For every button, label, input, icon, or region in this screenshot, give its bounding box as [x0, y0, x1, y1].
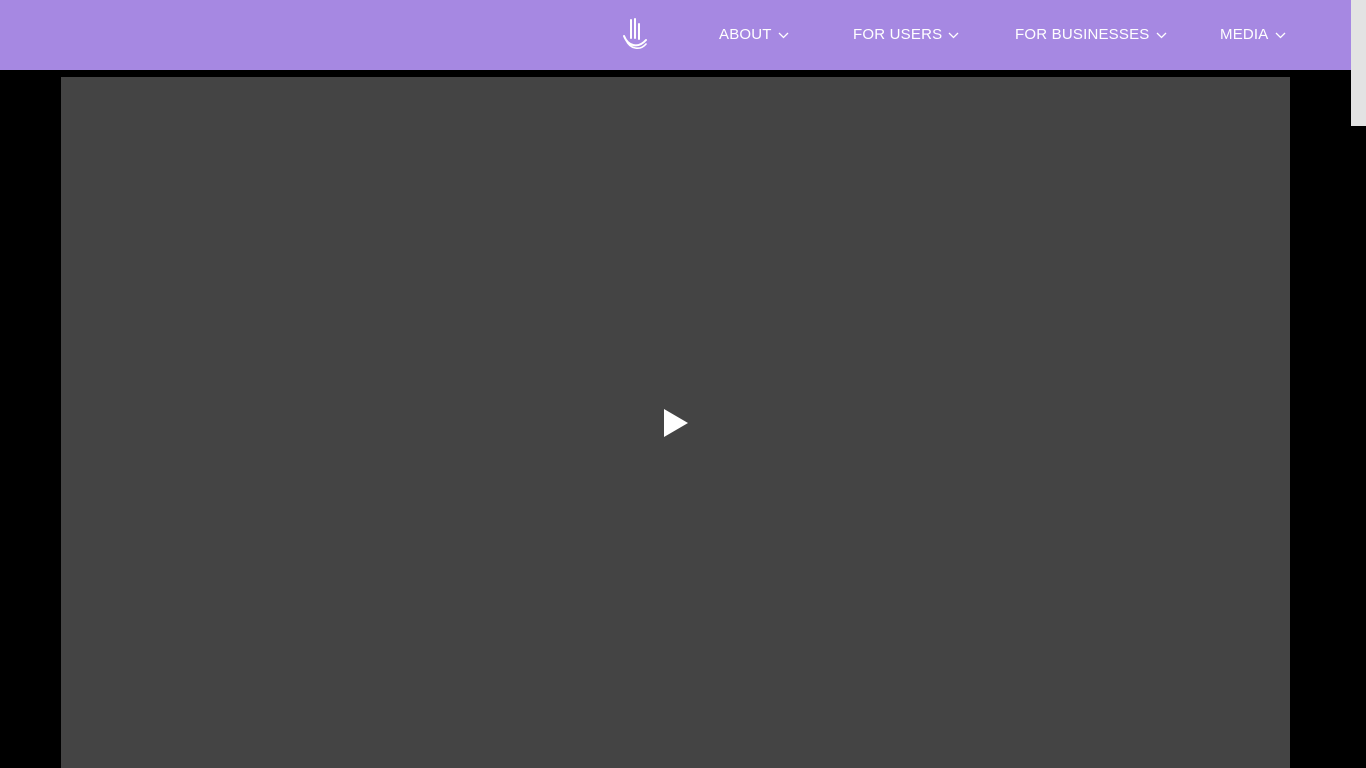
chevron-down-icon: [778, 31, 789, 39]
page: ABOUT FOR USERS FOR BUSINESSES MEDIA: [0, 0, 1366, 768]
hand-logo-icon[interactable]: [620, 18, 650, 52]
video-player[interactable]: [61, 77, 1290, 768]
play-icon[interactable]: [662, 407, 692, 439]
nav-item-for-users[interactable]: FOR USERS: [853, 25, 959, 45]
nav-item-for-businesses[interactable]: FOR BUSINESSES: [1015, 25, 1167, 45]
nav-item-label: FOR BUSINESSES: [1015, 26, 1150, 43]
nav-item-about[interactable]: ABOUT: [719, 25, 789, 45]
chevron-down-icon: [1156, 31, 1167, 39]
chevron-down-icon: [948, 31, 959, 39]
scrollbar-thumb[interactable]: [1351, 0, 1366, 126]
nav-item-label: FOR USERS: [853, 26, 943, 43]
nav-item-label: ABOUT: [719, 26, 772, 43]
nav-item-media[interactable]: MEDIA: [1220, 25, 1286, 45]
chevron-down-icon: [1275, 31, 1286, 39]
nav-item-label: MEDIA: [1220, 26, 1269, 43]
top-navbar: ABOUT FOR USERS FOR BUSINESSES MEDIA: [0, 0, 1351, 70]
